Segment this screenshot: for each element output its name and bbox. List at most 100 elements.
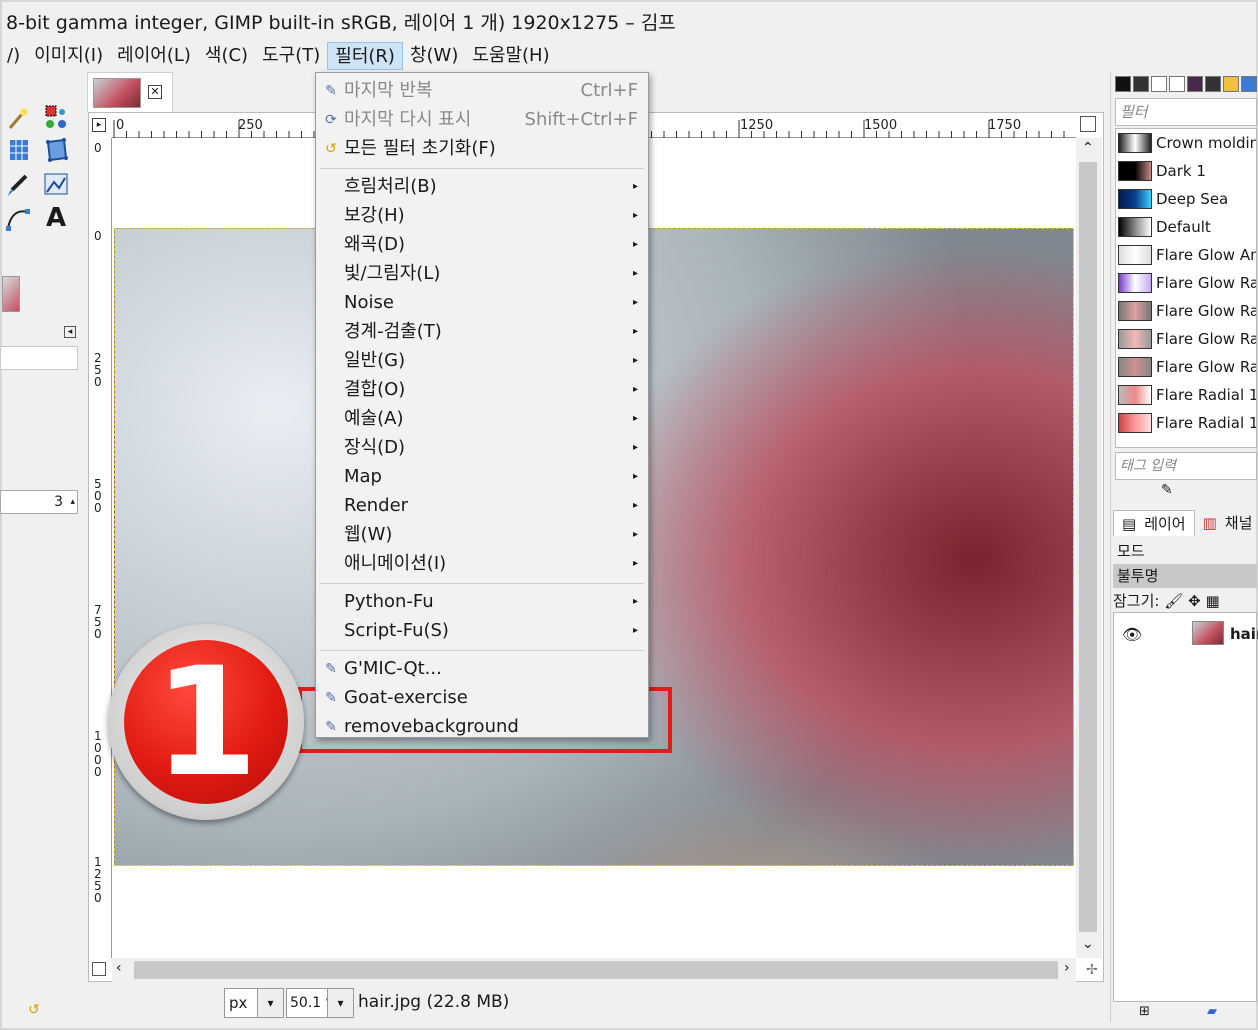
tab-layers[interactable]: ▤ 레이어 <box>1113 510 1195 536</box>
palette-tab-icon[interactable] <box>1205 76 1221 92</box>
menu-item-animation[interactable]: 애니메이션(I) ▸ <box>316 550 648 578</box>
scrollbar-thumb[interactable] <box>1079 162 1097 932</box>
menu-item-render[interactable]: Render ▸ <box>316 492 648 520</box>
gradient-item[interactable]: Flare Glow Radial 1 <box>1116 269 1256 297</box>
new-layer-group-icon[interactable]: ▰ <box>1207 1004 1217 1019</box>
layer-row[interactable]: 👁 hair <box>1114 617 1258 651</box>
menu-item-enhance[interactable]: 보강(H) ▸ <box>316 202 648 230</box>
menu-item-blur[interactable]: 흐림처리(B) ▸ <box>316 173 648 201</box>
panel-menu-icon[interactable]: ◂ <box>64 326 76 338</box>
new-layer-icon[interactable]: ⊞ <box>1139 1004 1150 1019</box>
gradient-swatch <box>1118 273 1152 293</box>
menu-item[interactable]: 이미지(I) <box>27 42 110 70</box>
image-tab[interactable]: ✕ <box>87 72 173 112</box>
lock-alpha-icon[interactable]: ▦ <box>1205 592 1219 610</box>
menu-item[interactable]: /) <box>0 42 27 70</box>
layer-opacity-slider[interactable]: 불투명 <box>1113 564 1257 588</box>
scroll-up-icon[interactable]: ⌃ <box>1082 140 1094 156</box>
color-select-icon[interactable] <box>42 104 70 132</box>
menu-item-label: 마지막 반복 <box>344 80 433 101</box>
menu-item-noise[interactable]: Noise ▸ <box>316 289 648 317</box>
menu-item-web[interactable]: 웹(W) ▸ <box>316 521 648 549</box>
tool-option-field[interactable] <box>0 346 78 370</box>
brush-preview[interactable] <box>2 276 20 312</box>
gradient-item[interactable]: Deep Sea <box>1116 185 1256 213</box>
scrollbar-thumb[interactable] <box>134 961 1058 979</box>
gradient-item[interactable]: Dark 1 <box>1116 157 1256 185</box>
zoom-toggle-icon[interactable] <box>92 962 106 976</box>
menu-item-python-fu[interactable]: Python-Fu ▸ <box>316 588 648 616</box>
menu-item-combine[interactable]: 결합(O) ▸ <box>316 376 648 404</box>
menu-item-map[interactable]: Map ▸ <box>316 463 648 491</box>
cage-transform-icon[interactable] <box>42 136 70 164</box>
menu-item[interactable]: 레이어(L) <box>110 42 198 70</box>
menu-item-repeat-last[interactable]: ✎ 마지막 반복 Ctrl+F <box>316 77 648 105</box>
horizontal-scrollbar[interactable]: ‹ › <box>112 958 1076 982</box>
undo-tab-icon[interactable] <box>1223 76 1239 92</box>
menu-item-reshow-last[interactable]: ⟳ 마지막 다시 표시 Shift+Ctrl+F <box>316 106 648 134</box>
navigate-icon[interactable] <box>1080 116 1096 132</box>
menu-item-decor[interactable]: 장식(D) ▸ <box>316 434 648 462</box>
scroll-down-icon[interactable]: ⌄ <box>1082 936 1094 952</box>
gradient-item[interactable]: Flare Glow Angular <box>1116 241 1256 269</box>
gradient-list[interactable]: Crown molding Dark 1 Deep Sea Default Flare … <box>1115 128 1257 448</box>
edit-gradient-icon[interactable]: ✎ <box>1161 482 1173 498</box>
close-icon[interactable]: ✕ <box>148 85 162 99</box>
menu-item-edge-detect[interactable]: 경계-검출(T) ▸ <box>316 318 648 346</box>
menu-item-reset-all[interactable]: ↺ 모든 필터 초기화(F) <box>316 135 648 163</box>
vertical-ruler[interactable]: 0 0 250 500 750 1000 1250 <box>90 138 112 958</box>
menu-item-artistic[interactable]: 예술(A) ▸ <box>316 405 648 433</box>
paintbrush-icon[interactable] <box>4 170 32 198</box>
path-icon[interactable] <box>4 204 32 232</box>
image-tab-icon[interactable] <box>1241 76 1257 92</box>
document-tab-icon[interactable] <box>1169 76 1185 92</box>
fuzzy-select-icon[interactable] <box>4 104 32 132</box>
reset-icon[interactable]: ↺ <box>28 1002 40 1018</box>
gradient-item[interactable]: Flare Glow Radial 3 <box>1116 325 1256 353</box>
tool-option-spin[interactable]: 3 ▴ <box>0 490 78 514</box>
layer-mode-label[interactable]: 모드 <box>1117 540 1145 561</box>
text-tool-icon[interactable]: A <box>42 204 70 232</box>
menu-item[interactable]: 색(C) <box>198 42 255 70</box>
menu-item[interactable]: 도구(T) <box>255 42 327 70</box>
chevron-down-icon[interactable]: ▾ <box>327 989 353 1017</box>
gradient-item[interactable]: Default <box>1116 213 1256 241</box>
menu-item-gmic[interactable]: ✎ G'MIC-Qt... <box>316 655 648 683</box>
scroll-right-icon[interactable]: › <box>1064 960 1070 976</box>
menu-item[interactable]: 창(W) <box>403 42 465 70</box>
vertical-scrollbar[interactable]: ⌃ ⌄ <box>1076 116 1102 958</box>
pattern-tab-icon[interactable] <box>1133 76 1149 92</box>
chevron-down-icon[interactable]: ▾ <box>257 989 283 1017</box>
menu-item[interactable]: 도움말(H) <box>465 42 556 70</box>
menu-item-generic[interactable]: 일반(G) ▸ <box>316 347 648 375</box>
gradient-tab-icon[interactable] <box>1187 76 1203 92</box>
lock-position-icon[interactable]: ✥ <box>1188 592 1201 610</box>
menu-item-light-shadow[interactable]: 빛/그림자(L) ▸ <box>316 260 648 288</box>
lock-pixels-icon[interactable]: 🖌 <box>1164 592 1183 610</box>
menu-item[interactable]: 필터(R) <box>327 42 403 70</box>
tag-input[interactable]: 태그 입력 <box>1115 452 1257 480</box>
layer-list[interactable]: 👁 hair <box>1113 612 1258 1002</box>
unit-select[interactable]: px ▾ <box>224 988 284 1018</box>
menu-item-distorts[interactable]: 왜곡(D) ▸ <box>316 231 648 259</box>
warp-icon[interactable] <box>42 170 70 198</box>
gradient-item[interactable]: Flare Radial 101 <box>1116 381 1256 409</box>
transform-grid-icon[interactable] <box>4 136 32 164</box>
menu-item-goat[interactable]: ✎ Goat-exercise <box>316 684 648 712</box>
gradient-filter-input[interactable]: 필터 <box>1115 98 1257 126</box>
spin-arrows-icon[interactable]: ▴ <box>70 491 75 513</box>
tab-channels[interactable]: ▥ 채널 <box>1195 510 1258 536</box>
menu-item-remove-bg[interactable]: ✎ removebackground <box>316 713 648 741</box>
scroll-left-icon[interactable]: ‹ <box>116 960 122 976</box>
brush-tab-icon[interactable] <box>1115 76 1131 92</box>
navigate-crosshair-icon[interactable]: ✢ <box>1086 962 1098 978</box>
font-tab-icon[interactable] <box>1151 76 1167 92</box>
gradient-item[interactable]: Flare Radial 102 <box>1116 409 1256 437</box>
eye-icon[interactable]: 👁 <box>1122 625 1142 644</box>
menu-item-script-fu[interactable]: Script-Fu(S) ▸ <box>316 617 648 645</box>
quick-mask-toggle-icon[interactable]: ▸ <box>92 118 106 132</box>
gradient-item[interactable]: Crown molding <box>1116 129 1256 157</box>
gradient-item[interactable]: Flare Glow Radial 4 <box>1116 353 1256 381</box>
zoom-select[interactable]: 50.1 % ▾ <box>286 988 354 1018</box>
gradient-item[interactable]: Flare Glow Radial 2 <box>1116 297 1256 325</box>
